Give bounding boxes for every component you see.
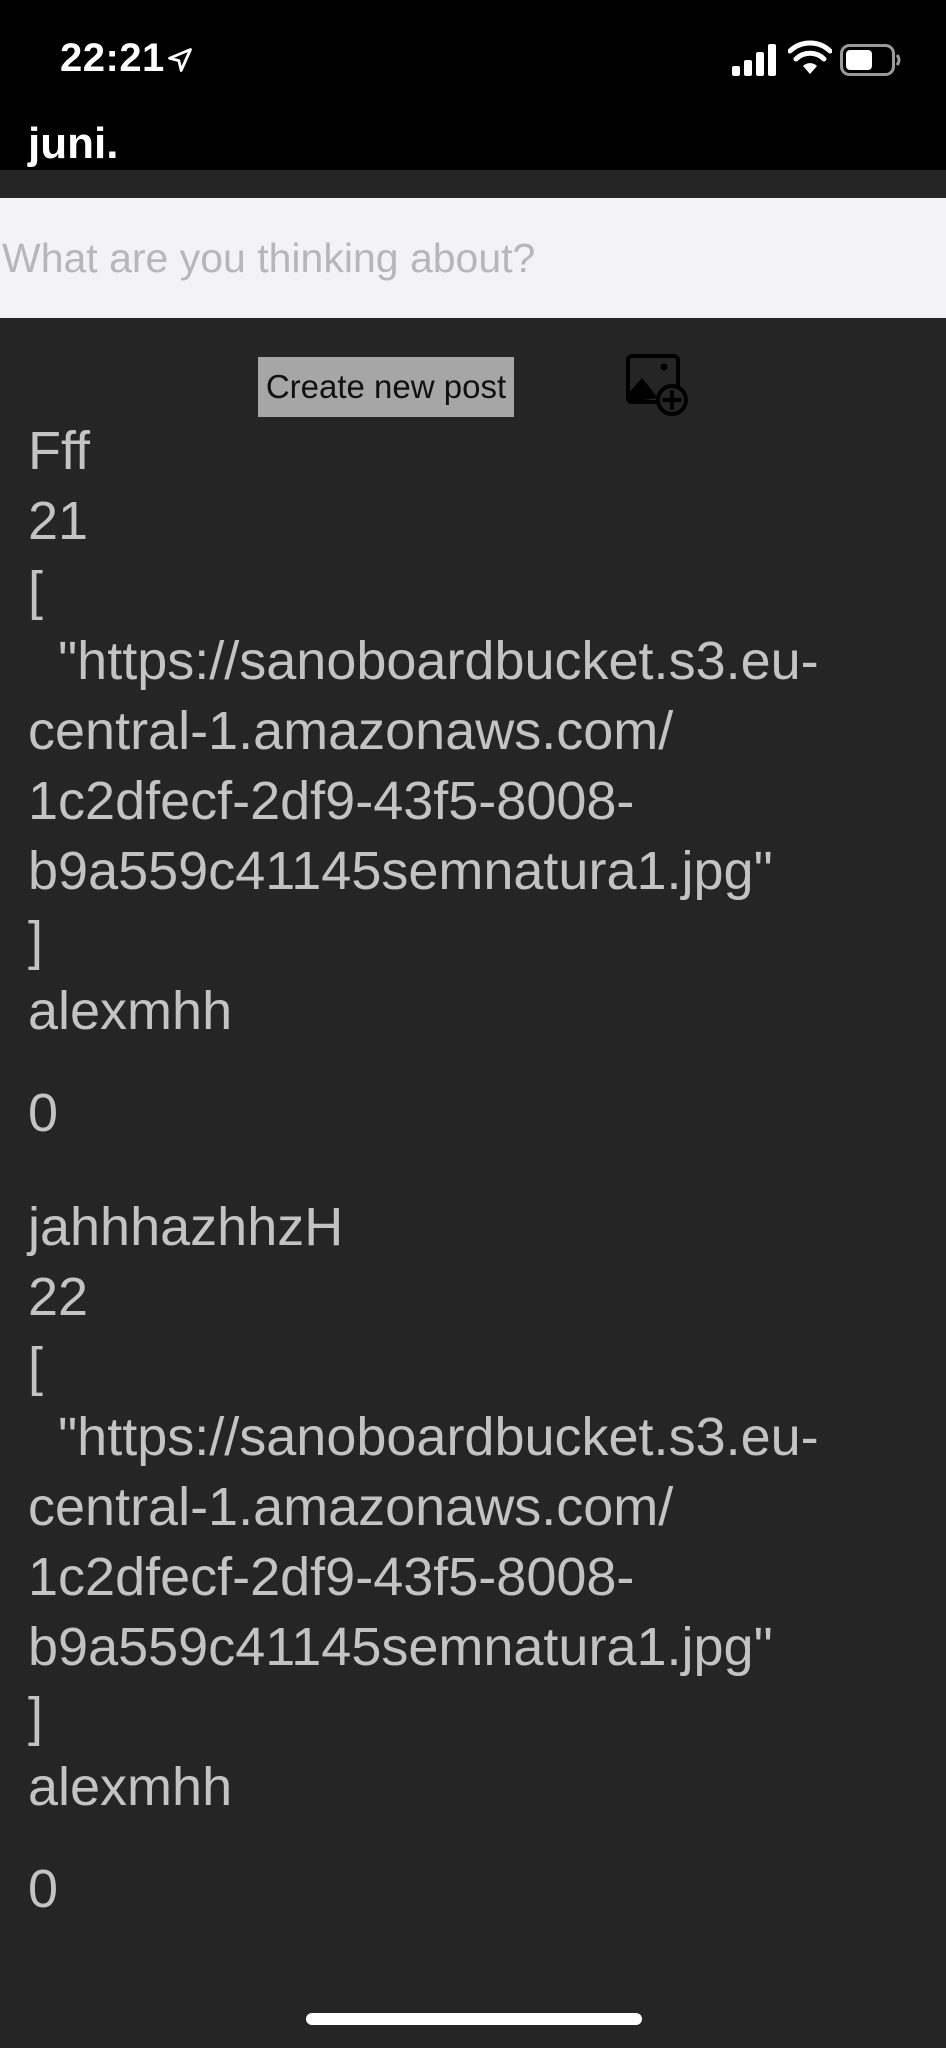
post-images-close: ] <box>28 1687 44 1747</box>
post-likes: 0 <box>28 1083 59 1143</box>
cellular-signal-icon <box>732 44 776 76</box>
post-image-url-line: 1c2dfecf-2df9-43f5-8008- <box>28 1547 635 1607</box>
add-image-button[interactable] <box>624 352 690 418</box>
post-image-url-line: central-1.amazonaws.com/ <box>28 1477 674 1537</box>
post-title: Fff <box>28 421 91 481</box>
status-bar: 22:21 <box>0 0 946 118</box>
status-time: 22:21 <box>60 36 165 80</box>
location-arrow-icon <box>168 48 192 72</box>
post-id: 22 <box>28 1267 89 1327</box>
post-image-url-line: 1c2dfecf-2df9-43f5-8008- <box>28 771 635 831</box>
post-author: alexmhh <box>28 1757 233 1817</box>
app-header: juni. <box>0 118 946 170</box>
post-author: alexmhh <box>28 981 233 1041</box>
post-title: jahhhazhhzH <box>28 1197 344 1257</box>
add-image-icon <box>626 354 688 416</box>
post-item: Fff 21 [ "https://sanoboardbucket.s3.eu-… <box>28 416 928 1148</box>
post-text-input[interactable] <box>0 198 946 318</box>
post-image-url-line: "https://sanoboardbucket.s3.eu- <box>28 1407 819 1467</box>
post-likes: 0 <box>28 1859 59 1919</box>
post-image-url-line: b9a559c41145semnatura1.jpg" <box>28 1617 773 1677</box>
app-title: juni. <box>28 119 119 168</box>
home-indicator[interactable] <box>306 2013 642 2025</box>
post-images-open: [ <box>28 1337 44 1397</box>
create-post-button[interactable]: Create new post <box>258 357 514 417</box>
post-images-close: ] <box>28 911 44 971</box>
post-feed: Fff 21 [ "https://sanoboardbucket.s3.eu-… <box>28 416 928 1924</box>
battery-icon <box>840 44 901 76</box>
post-image-url-line: "https://sanoboardbucket.s3.eu- <box>28 631 819 691</box>
post-image-url-line: central-1.amazonaws.com/ <box>28 701 674 761</box>
post-image-url-line: b9a559c41145semnatura1.jpg" <box>28 841 773 901</box>
post-item: jahhhazhhzH 22 [ "https://sanoboardbucke… <box>28 1192 928 1924</box>
post-id: 21 <box>28 491 89 551</box>
wifi-icon <box>788 40 832 74</box>
post-images-open: [ <box>28 561 44 621</box>
